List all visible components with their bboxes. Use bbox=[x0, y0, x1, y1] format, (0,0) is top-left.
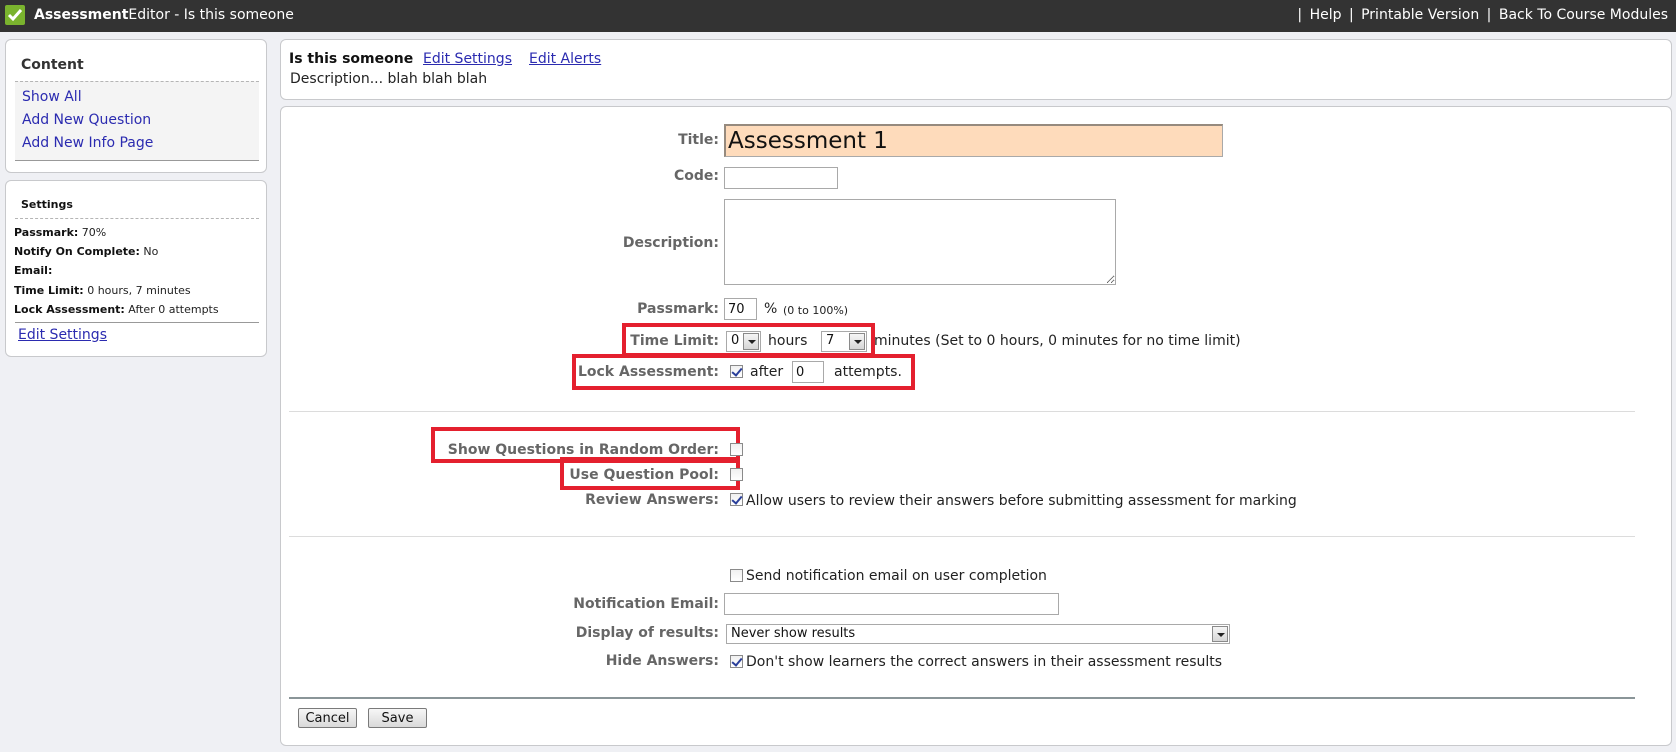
passmark-label: Passmark: bbox=[637, 301, 719, 317]
chevron-down-icon[interactable] bbox=[1212, 626, 1228, 642]
lock-assessment-checkbox[interactable] bbox=[730, 365, 743, 378]
assessment-header: Is this someone Edit Settings Edit Alert… bbox=[280, 39, 1672, 100]
section-divider bbox=[289, 536, 1635, 537]
code-label: Code: bbox=[673, 168, 719, 184]
attempts-label: attempts. bbox=[834, 364, 902, 380]
lock-assessment-label: Lock Assessment: bbox=[577, 364, 719, 380]
passmark-hint: (0 to 100%) bbox=[783, 304, 849, 317]
notification-email-input[interactable] bbox=[724, 593, 1059, 615]
separator: | bbox=[1348, 7, 1354, 23]
content-panel: Content Show All Add New Question Add Ne… bbox=[5, 39, 267, 173]
notification-email-label: Notification Email: bbox=[573, 596, 719, 612]
setting-notify: Notify On Complete: No bbox=[14, 245, 159, 258]
top-bar: AssessmentEditor - Is this someone | Hel… bbox=[0, 0, 1676, 32]
chevron-down-icon[interactable] bbox=[849, 333, 865, 350]
content-heading: Content bbox=[21, 57, 84, 73]
section-divider bbox=[289, 411, 1635, 412]
chevron-down-icon[interactable] bbox=[743, 333, 759, 350]
description-textarea[interactable] bbox=[724, 199, 1116, 285]
cancel-button[interactable]: Cancel bbox=[298, 708, 357, 728]
sidebar-edit-settings-link[interactable]: Edit Settings bbox=[18, 327, 107, 343]
title-label: Title: bbox=[678, 132, 719, 148]
setting-time-limit: Time Limit: 0 hours, 7 minutes bbox=[14, 284, 191, 297]
random-order-label: Show Questions in Random Order: bbox=[447, 442, 719, 458]
time-limit-hint: minutes (Set to 0 hours, 0 minutes for n… bbox=[874, 333, 1241, 349]
setting-email: Email: bbox=[14, 264, 53, 277]
setting-passmark: Passmark: 70% bbox=[14, 226, 107, 239]
edit-alerts-link[interactable]: Edit Alerts bbox=[529, 51, 601, 67]
top-nav: | Help | Printable Version | Back To Cou… bbox=[1294, 7, 1668, 23]
settings-form: Title: Code: Description: Passmark: % (0… bbox=[280, 106, 1672, 746]
display-results-select[interactable]: Never show results bbox=[726, 624, 1230, 644]
footer-divider bbox=[289, 697, 1635, 699]
attempts-input[interactable] bbox=[792, 361, 824, 383]
hide-answers-label: Hide Answers: bbox=[605, 653, 719, 669]
random-order-checkbox[interactable] bbox=[730, 443, 743, 456]
back-to-course-modules-link[interactable]: Back To Course Modules bbox=[1499, 7, 1668, 23]
separator: | bbox=[1297, 7, 1303, 23]
send-notification-text: Send notification email on user completi… bbox=[746, 568, 1047, 584]
send-notification-checkbox[interactable] bbox=[730, 569, 743, 582]
passmark-unit: % bbox=[764, 301, 778, 317]
divider bbox=[15, 218, 259, 219]
title-input[interactable] bbox=[724, 124, 1223, 157]
assessment-name: Is this someone bbox=[289, 51, 414, 67]
review-answers-checkbox[interactable] bbox=[730, 493, 743, 506]
check-icon bbox=[5, 5, 25, 25]
time-limit-label: Time Limit: bbox=[630, 333, 719, 349]
edit-settings-link[interactable]: Edit Settings bbox=[423, 51, 512, 67]
hide-answers-text: Don't show learners the correct answers … bbox=[746, 654, 1223, 670]
question-pool-checkbox[interactable] bbox=[730, 468, 743, 481]
save-button[interactable]: Save bbox=[368, 708, 427, 728]
printable-version-link[interactable]: Printable Version bbox=[1361, 7, 1479, 23]
divider bbox=[15, 322, 259, 323]
settings-heading: Settings bbox=[21, 198, 73, 211]
help-link[interactable]: Help bbox=[1310, 7, 1342, 23]
settings-panel: Settings Passmark: 70% Notify On Complet… bbox=[5, 180, 267, 357]
hide-answers-checkbox[interactable] bbox=[730, 655, 743, 668]
question-pool-label: Use Question Pool: bbox=[569, 467, 719, 483]
display-results-label: Display of results: bbox=[575, 625, 719, 641]
hours-label: hours bbox=[768, 333, 808, 349]
add-new-info-page-link[interactable]: Add New Info Page bbox=[22, 135, 153, 151]
code-input[interactable] bbox=[724, 167, 838, 189]
assessment-description: Description... blah blah blah bbox=[290, 71, 488, 87]
review-answers-text: Allow users to review their answers befo… bbox=[746, 493, 1297, 509]
setting-lock-assessment: Lock Assessment: After 0 attempts bbox=[14, 303, 219, 316]
description-label: Description: bbox=[622, 235, 719, 251]
app-title: AssessmentEditor - Is this someone bbox=[34, 7, 294, 23]
passmark-input[interactable] bbox=[724, 298, 757, 320]
content-menu: Show All Add New Question Add New Info P… bbox=[15, 81, 259, 161]
minutes-select[interactable]: 7 bbox=[821, 331, 867, 352]
hours-select[interactable]: 0 bbox=[726, 331, 761, 352]
separator: | bbox=[1486, 7, 1492, 23]
review-answers-label: Review Answers: bbox=[585, 492, 719, 508]
add-new-question-link[interactable]: Add New Question bbox=[22, 112, 151, 128]
show-all-link[interactable]: Show All bbox=[22, 89, 82, 105]
after-label: after bbox=[750, 364, 784, 380]
